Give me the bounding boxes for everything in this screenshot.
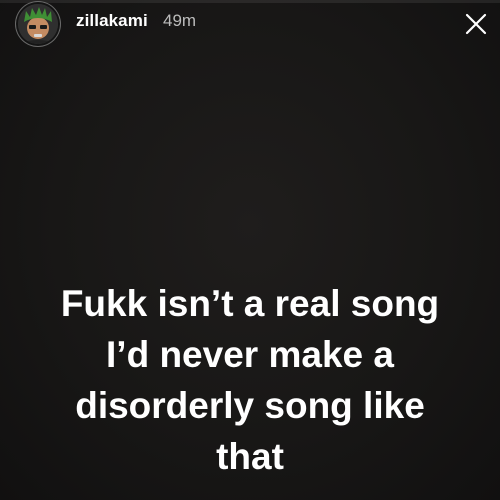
timestamp: 49m [163,11,197,30]
story-caption: Fukk isn’t a real song I’d never make a … [20,278,480,482]
username[interactable]: zillakami [76,11,148,31]
caption-line: that [216,436,284,477]
close-icon [465,13,487,35]
story-viewer: zillakami 49m Fukk isn’t a real song I’d… [0,0,500,500]
caption-line: I’d never make a [106,334,394,375]
avatar-image [18,4,58,44]
close-button[interactable] [460,8,492,40]
avatar[interactable] [18,4,58,44]
story-header: zillakami 49m [0,0,500,46]
caption-line: disorderly song like [75,385,425,426]
caption-line: Fukk isn’t a real song [60,283,440,324]
